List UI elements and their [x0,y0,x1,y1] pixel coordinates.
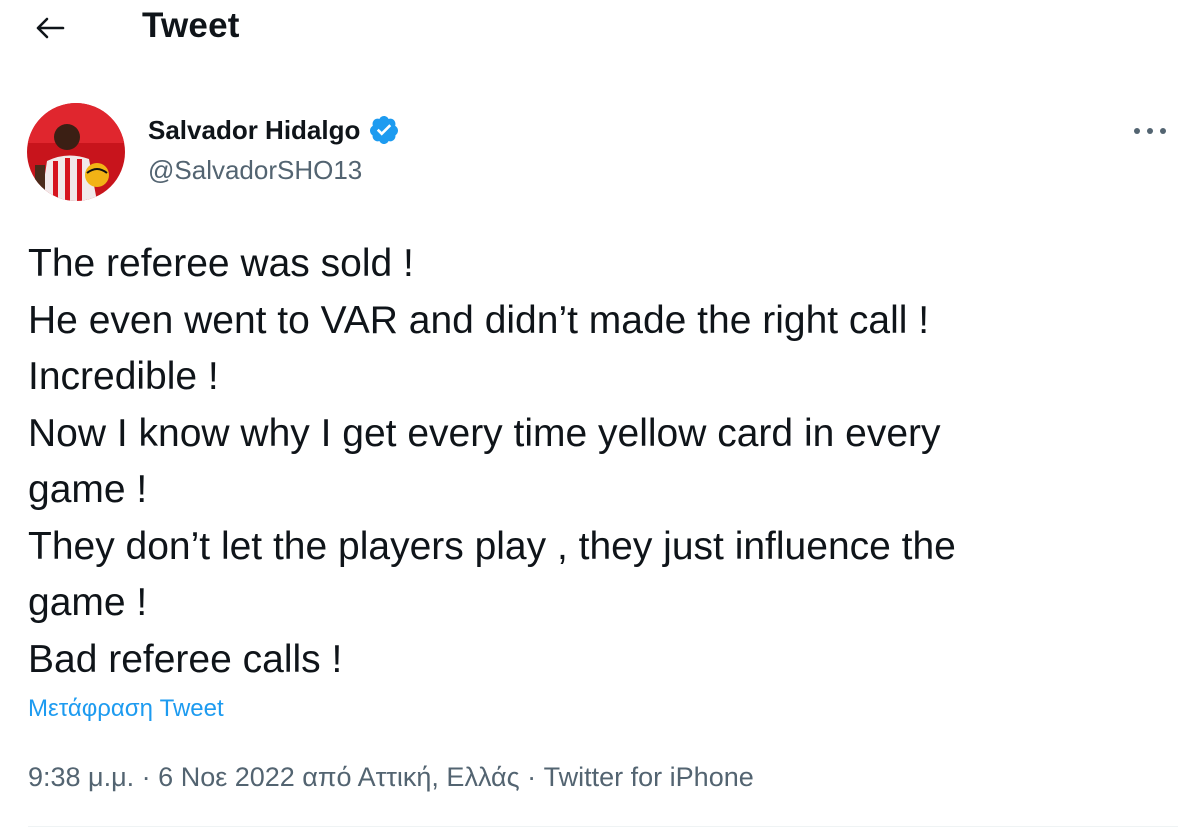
meta-separator: · [134,762,159,792]
display-name[interactable]: Salvador Hidalgo [148,110,360,150]
back-button[interactable] [28,8,72,48]
verified-badge-icon [370,116,399,144]
author-handle[interactable]: @SalvadorSHO13 [148,152,362,188]
author-name-row: Salvador Hidalgo [148,110,400,150]
tweet-text: The referee was sold ! He even went to V… [28,236,1178,688]
tweet-line: game ! [28,581,148,624]
top-bar: Tweet [0,0,1200,60]
tweet-time[interactable]: 9:38 μ.μ. [28,762,134,792]
avatar[interactable] [27,103,125,201]
tweet-line: Bad referee calls ! [28,637,343,681]
tweet-source[interactable]: Twitter for iPhone [544,762,754,792]
tweet-metadata: 9:38 μ.μ. · 6 Νοε 2022 από Αττική, Ελλάς… [28,758,754,796]
translate-tweet-link[interactable]: Μετάφραση Tweet [28,692,224,726]
tweet-line: He even went to VAR and didn’t made the … [28,298,930,342]
tweet-line: Now I know why I get every time yellow c… [28,411,941,455]
meta-separator: · [519,762,544,792]
more-options-button[interactable] [1124,114,1176,148]
more-horizontal-icon [1134,128,1166,134]
tweet-date-location[interactable]: 6 Νοε 2022 από Αττική, Ελλάς [158,762,519,792]
tweet-line: game ! [28,468,148,511]
arrow-left-icon [36,17,65,39]
page-title: Tweet [142,6,240,45]
avatar-image [27,103,125,201]
tweet-line: They don’t let the players play , they j… [28,524,956,568]
tweet-line: Incredible ! [28,355,219,398]
divider [28,826,1178,827]
tweet-line: The referee was sold ! [28,242,414,285]
